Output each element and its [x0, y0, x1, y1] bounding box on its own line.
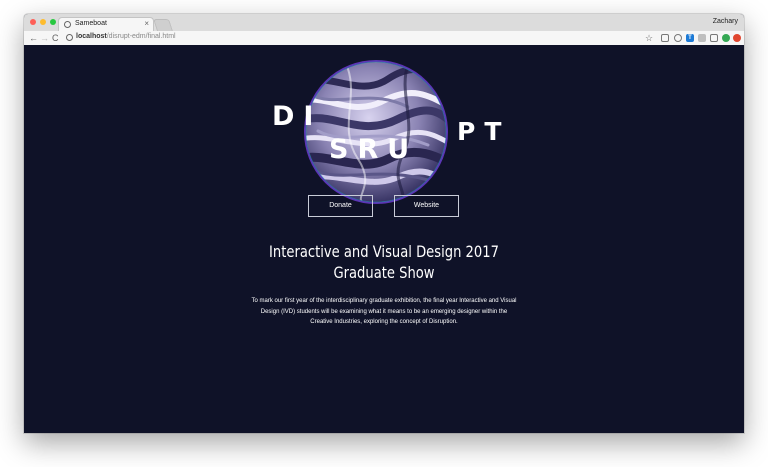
bookmark-star-icon[interactable]: ☆ — [645, 32, 653, 44]
tab-strip: Sameboat × Zachary — [24, 14, 744, 31]
profile-name[interactable]: Zachary — [713, 18, 738, 25]
forward-button[interactable]: → — [40, 32, 49, 44]
browser-toolbar: ← → C localhost/disrupt-edm/final.html ☆… — [24, 31, 744, 46]
url-host: localhost — [76, 33, 107, 40]
info-icon[interactable] — [66, 34, 73, 41]
reload-button[interactable]: C — [52, 32, 59, 44]
maximize-window-button[interactable] — [50, 19, 56, 25]
page-title: Interactive and Visual Design 2017 Gradu… — [269, 242, 499, 282]
globe-icon — [64, 21, 71, 28]
close-window-button[interactable] — [30, 19, 36, 25]
trello-icon[interactable]: T — [686, 34, 694, 42]
browser-window: Sameboat × Zachary ← → C localhost/disru… — [24, 14, 744, 433]
logo-text-sru: SRU — [329, 134, 419, 165]
extension-icon[interactable] — [698, 34, 706, 42]
planet-graphic — [288, 59, 464, 205]
tab-sameboat[interactable]: Sameboat × — [58, 17, 154, 31]
new-tab-button[interactable] — [153, 19, 173, 31]
page-content: DI SRU PT Donate Website Interactive and… — [24, 45, 744, 433]
donate-button[interactable]: Donate — [308, 195, 373, 217]
cast-icon[interactable] — [661, 34, 669, 42]
logo-text-di: DI — [272, 101, 323, 132]
camera-icon[interactable] — [710, 34, 718, 42]
minimize-window-button[interactable] — [40, 19, 46, 25]
page-description: To mark our first year of the interdisci… — [251, 298, 517, 325]
website-button[interactable]: Website — [394, 195, 459, 217]
history-icon[interactable] — [674, 34, 682, 42]
url-path: /disrupt-edm/final.html — [106, 33, 176, 40]
tab-title: Sameboat — [75, 20, 107, 27]
extension-red-icon[interactable] — [733, 34, 741, 42]
logo-text-pt: PT — [457, 117, 511, 146]
extension-green-icon[interactable] — [722, 34, 730, 42]
back-button[interactable]: ← — [29, 32, 38, 44]
tab-close-icon[interactable]: × — [144, 19, 149, 29]
address-bar[interactable]: localhost/disrupt-edm/final.html — [76, 33, 176, 40]
